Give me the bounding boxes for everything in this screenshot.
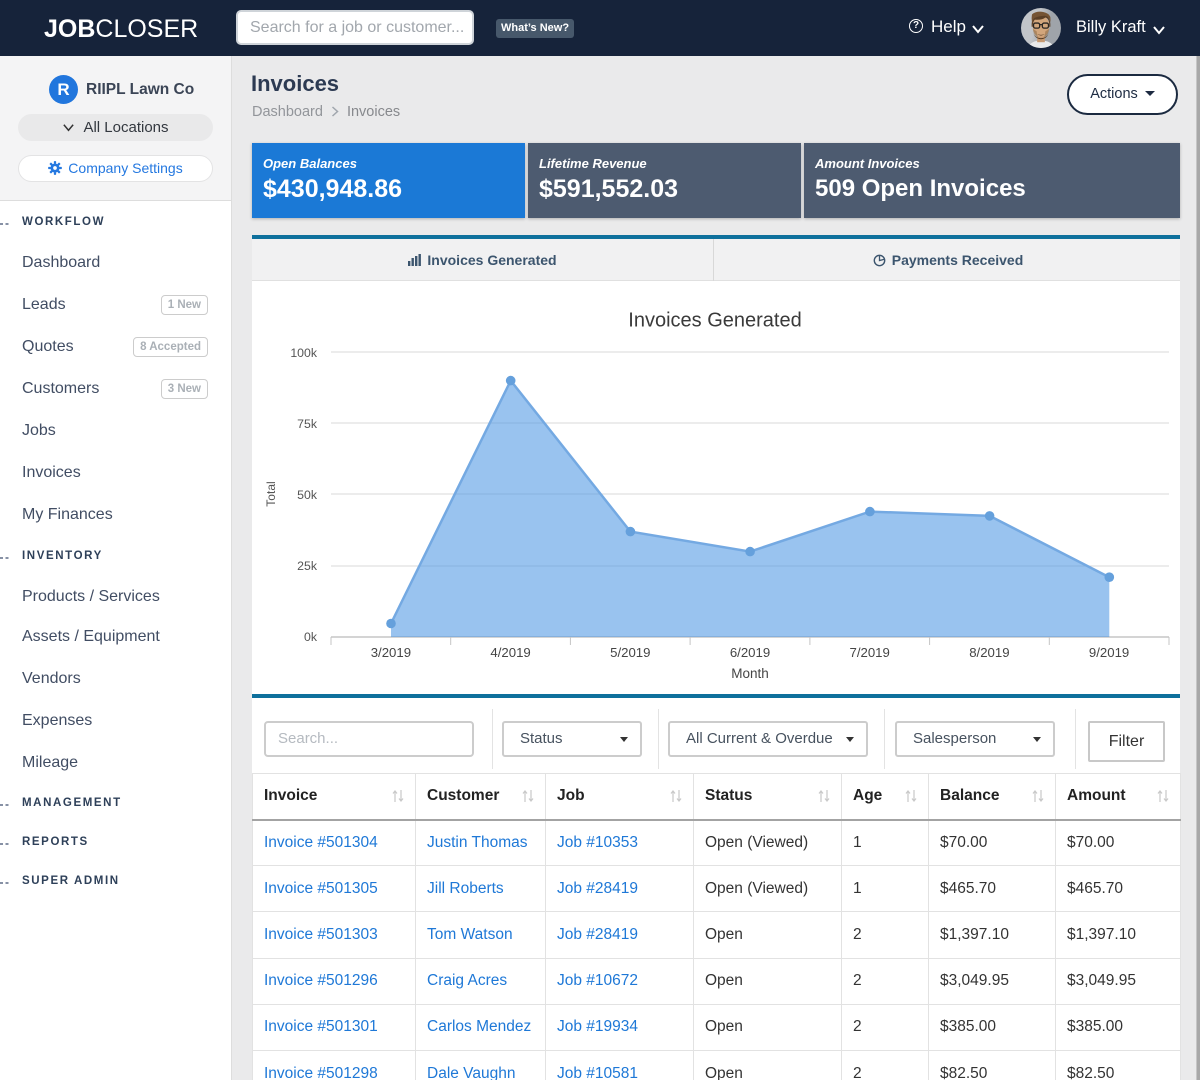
svg-text:9/2019: 9/2019: [1089, 645, 1129, 660]
svg-text:75k: 75k: [297, 417, 318, 431]
svg-text:3/2019: 3/2019: [371, 645, 411, 660]
svg-text:Invoices Generated: Invoices Generated: [628, 310, 801, 332]
svg-text:5/2019: 5/2019: [610, 645, 650, 660]
svg-text:Total: Total: [264, 481, 278, 506]
svg-text:6/2019: 6/2019: [730, 645, 770, 660]
svg-text:0k: 0k: [304, 630, 318, 644]
svg-text:Month: Month: [731, 666, 769, 681]
svg-text:50k: 50k: [297, 488, 318, 502]
svg-text:8/2019: 8/2019: [969, 645, 1009, 660]
svg-text:25k: 25k: [297, 559, 318, 573]
svg-text:100k: 100k: [290, 346, 318, 360]
svg-text:7/2019: 7/2019: [850, 645, 890, 660]
svg-text:4/2019: 4/2019: [490, 645, 530, 660]
